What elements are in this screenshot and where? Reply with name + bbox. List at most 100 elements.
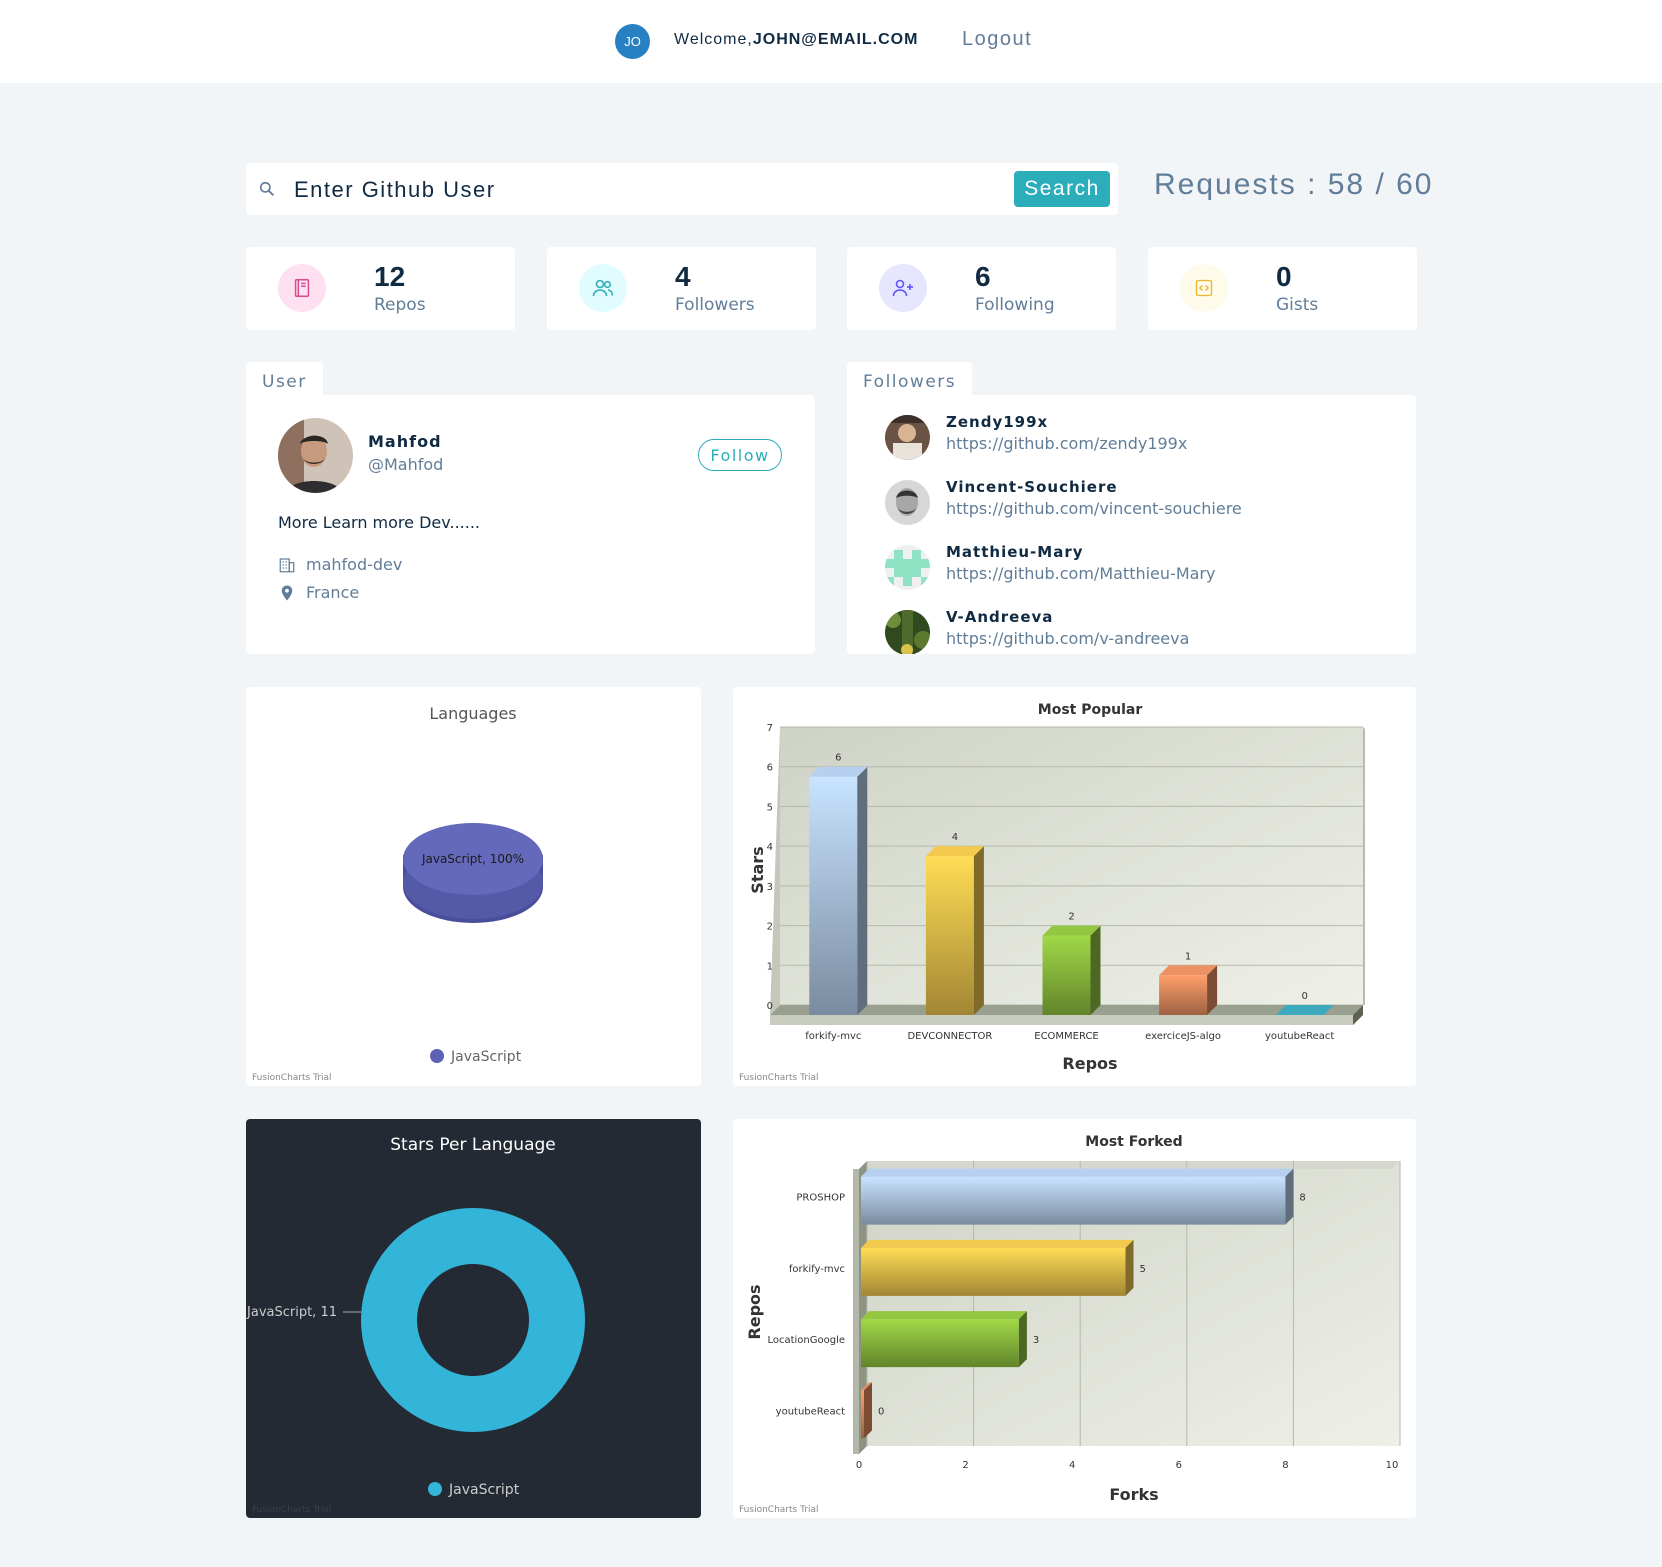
bar-forkify-mvc[interactable]: [861, 1239, 1134, 1296]
map-pin-icon: [281, 585, 293, 600]
most-popular-chart: Most Popular Stars Repos FusionCharts Tr…: [733, 687, 1416, 1086]
pie-slice-label: JavaScript, 100%: [421, 852, 524, 866]
x-tick-label: 4: [1069, 1460, 1075, 1471]
bar-side: [1285, 1168, 1294, 1225]
languages-chart: Languages JavaScript, 100% JavaScript Fu…: [246, 687, 701, 1086]
pie-slice-javascript[interactable]: [403, 823, 543, 923]
bar-DEVCONNECTOR[interactable]: [925, 846, 984, 1015]
bar-top: [1159, 965, 1218, 976]
data-label: 6: [835, 753, 841, 764]
logout-button[interactable]: Logout: [962, 28, 1032, 51]
bar-front: [925, 856, 974, 1015]
avatar-initials: JO: [624, 34, 641, 49]
data-label: 1: [1185, 951, 1191, 962]
data-label: 0: [878, 1406, 884, 1417]
bar-front: [1042, 935, 1091, 1015]
chart-watermark: FusionCharts Trial: [739, 1073, 818, 1083]
bar-front: [809, 776, 858, 1015]
chart-watermark: FusionCharts Trial: [252, 1073, 331, 1083]
most-forked-chart: Most Forked Repos Forks FusionCharts Tri…: [733, 1119, 1416, 1518]
user-location: France: [278, 583, 359, 602]
search-icon: [259, 181, 274, 196]
stat-card-gists: 0 Gists: [1148, 247, 1417, 330]
legend-label[interactable]: JavaScript: [450, 1049, 522, 1065]
most-forked-chart-svg: Most Forked Repos Forks FusionCharts Tri…: [739, 1134, 1401, 1515]
company-text: mahfod-dev: [306, 555, 403, 574]
stat-value: 0: [1276, 261, 1292, 292]
bar-PROSHOP[interactable]: [861, 1168, 1294, 1225]
y-tick-label: forkify-mvc: [789, 1264, 845, 1275]
legend-marker: [430, 1049, 444, 1063]
bar-ECOMMERCE[interactable]: [1042, 925, 1101, 1015]
bar-front: [861, 1319, 1019, 1368]
stat-card-repos: 12 Repos: [246, 247, 515, 330]
stat-label: Followers: [675, 295, 755, 315]
x-tick-label: forkify-mvc: [805, 1031, 861, 1042]
building-icon: [279, 557, 295, 572]
y-tick-label: 6: [767, 763, 773, 774]
search-input[interactable]: [292, 171, 996, 209]
follower-url[interactable]: https://github.com/Matthieu-Mary: [946, 564, 1215, 583]
y-axis-label: Stars: [748, 846, 767, 893]
stat-card-following: 6 Following: [847, 247, 1116, 330]
chart-title: Most Popular: [1038, 702, 1143, 718]
follower-url[interactable]: https://github.com/vincent-souchiere: [946, 499, 1242, 518]
follower-name: Matthieu-Mary: [946, 543, 1084, 561]
legend-label[interactable]: JavaScript: [448, 1482, 520, 1498]
bar-top: [861, 1168, 1294, 1177]
bar-side: [857, 766, 868, 1015]
chart-title: Most Forked: [1085, 1134, 1182, 1150]
follower-avatar: [885, 610, 930, 654]
plot-floor-front: [770, 1015, 1353, 1025]
bar-forkify-mvc[interactable]: [809, 766, 868, 1015]
bar-top: [809, 766, 868, 777]
bar-youtubeReact[interactable]: [861, 1382, 872, 1439]
plot-left-wall-front: [853, 1169, 859, 1454]
bar-top: [1042, 925, 1101, 936]
x-tick-label: 0: [856, 1460, 862, 1471]
x-tick-label: DEVCONNECTOR: [907, 1031, 992, 1042]
x-tick-label: exerciceJS-algo: [1145, 1031, 1221, 1042]
follower-name: Zendy199x: [946, 413, 1049, 431]
bar-side: [973, 846, 984, 1015]
data-label: 4: [952, 832, 958, 843]
follower-avatar: [885, 415, 930, 460]
bar-youtubeReact[interactable]: [1275, 1005, 1334, 1015]
plot-top-wall: [859, 1161, 1400, 1169]
location-text: France: [306, 583, 360, 602]
doughnut-slice-javascript[interactable]: [361, 1208, 586, 1432]
chart-title: Languages: [429, 704, 516, 723]
stat-value: 4: [675, 261, 691, 292]
bar-top: [861, 1311, 1027, 1320]
plot-right-edge: [1363, 727, 1365, 1005]
follower-avatar: [885, 545, 930, 590]
search-button[interactable]: Search: [1014, 171, 1110, 207]
stars-per-language-svg: Stars Per Language JavaScript, 11 JavaSc…: [246, 1135, 586, 1515]
doughnut-slice-label: JavaScript, 11: [246, 1305, 337, 1320]
welcome-prefix: Welcome,: [674, 31, 753, 48]
bar-front: [861, 1176, 1286, 1225]
follow-button[interactable]: Follow: [698, 439, 782, 471]
bar-LocationGoogle[interactable]: [861, 1311, 1027, 1368]
user-avatar[interactable]: JO: [615, 24, 650, 59]
y-tick-label: 5: [767, 802, 773, 813]
follower-url[interactable]: https://github.com/zendy199x: [946, 434, 1187, 453]
y-tick-label: PROSHOP: [796, 1193, 845, 1204]
stat-value: 12: [374, 261, 406, 292]
x-axis-label: Repos: [1062, 1054, 1117, 1073]
bar-exerciceJS-algo[interactable]: [1159, 965, 1218, 1015]
welcome-text: Welcome,JOHN@EMAIL.COM: [674, 31, 918, 49]
user-name: Mahfod: [368, 432, 442, 451]
x-tick-label: 6: [1176, 1460, 1182, 1471]
stat-card-followers: 4 Followers: [547, 247, 816, 330]
data-label: 5: [1140, 1264, 1146, 1275]
user-login: @Mahfod: [368, 455, 444, 474]
x-tick-label: 2: [962, 1460, 968, 1471]
welcome-user: JOHN@EMAIL.COM: [752, 31, 919, 48]
stat-label: Gists: [1276, 295, 1319, 315]
data-label: 2: [1068, 912, 1074, 923]
legend-marker: [428, 1482, 442, 1496]
y-tick-label: LocationGoogle: [767, 1335, 845, 1346]
follower-url[interactable]: https://github.com/v-andreeva: [946, 629, 1189, 648]
chart-title: Stars Per Language: [390, 1135, 556, 1155]
